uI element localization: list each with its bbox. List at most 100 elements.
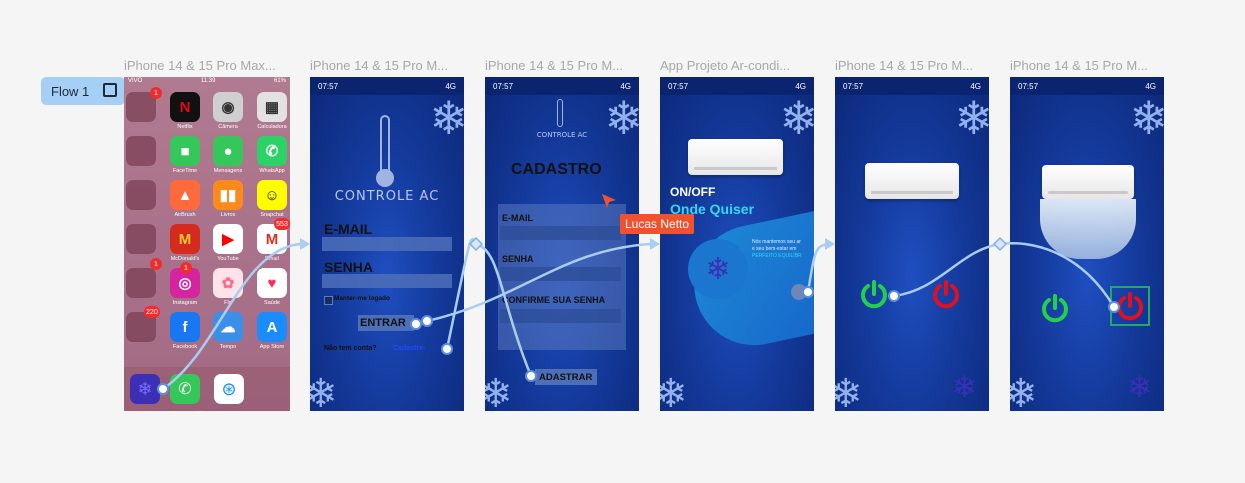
- frame-login[interactable]: 07:57 4G ❄ ❄ CONTROLE AC E-MAIL SENHA Man…: [310, 77, 464, 411]
- ios-app-label: Mensagens: [213, 168, 243, 174]
- ios-app-mensagens[interactable]: ●: [213, 136, 243, 166]
- landing-next-button[interactable]: [791, 284, 807, 300]
- frame-control-off[interactable]: 07:57 4G ❄ ❄ ❄: [835, 77, 989, 411]
- c-mera-icon: ◉: [221, 99, 235, 116]
- login-button-label: ENTRAR: [360, 317, 406, 329]
- ios-app-label: FaceTime: [172, 168, 198, 174]
- remember-label: Manter-me logado: [334, 295, 390, 302]
- thermometer-icon: [380, 115, 390, 175]
- no-account-text: Não tem conta?: [324, 345, 377, 352]
- signup-button-label: ADASTRAR: [539, 372, 593, 383]
- dock-ac-app[interactable]: ❄: [130, 374, 160, 404]
- signup-link[interactable]: Cadastre-: [393, 345, 425, 352]
- frame-landing[interactable]: 07:57 4G ❄ ❄ ON/OFF Onde Quiser ❄ Nós man…: [660, 77, 814, 411]
- ios-carrier: VIVO: [128, 78, 143, 84]
- password-label: SENHA: [324, 259, 374, 275]
- thermometer-icon: [557, 99, 563, 127]
- snowflake-icon: ❄: [137, 378, 153, 399]
- password-field[interactable]: [322, 274, 452, 288]
- landing-text-1: Nós mantemos seu ar: [752, 239, 801, 245]
- netflix-icon: N: [179, 98, 191, 116]
- ios-app-flo[interactable]: ✿: [213, 268, 243, 298]
- signup-email-field[interactable]: [500, 226, 621, 240]
- frame-title-1[interactable]: iPhone 14 & 15 Pro Max...: [124, 58, 289, 73]
- ios-app-app-store[interactable]: A: [257, 312, 287, 342]
- landing-text-2: e seu bem-estar em: [752, 246, 797, 252]
- ios-time: 11:39: [200, 78, 216, 84]
- power-off-button[interactable]: [931, 279, 961, 309]
- frame-title-4[interactable]: App Projeto Ar-condi...: [660, 58, 825, 73]
- mcdonald-s-icon: M: [178, 230, 192, 248]
- snowflake-decoration-icon: ❄: [1010, 372, 1038, 411]
- mensagens-icon: ●: [223, 142, 233, 160]
- flow-label: Flow 1: [51, 83, 90, 99]
- ios-app-mcdonald-s[interactable]: M: [170, 224, 200, 254]
- ios-app-label: Instagram: [172, 300, 198, 306]
- ios-app-label: Tempo: [219, 344, 237, 350]
- power-on-button[interactable]: [1040, 293, 1070, 323]
- signup-button[interactable]: ADASTRAR: [535, 369, 597, 385]
- ios-battery: 61%: [273, 78, 286, 84]
- frame-title-5[interactable]: iPhone 14 & 15 Pro M...: [835, 58, 1000, 73]
- signup-confirm-field[interactable]: [500, 309, 621, 323]
- ios-status-bar: VIVO 11:39 61%: [124, 77, 290, 87]
- tempo-icon: ☁: [220, 319, 236, 336]
- folder-3[interactable]: [126, 180, 156, 210]
- ios-app-label: Flo: [224, 300, 232, 306]
- ios-app-facetime[interactable]: ■: [170, 136, 200, 166]
- status-signal: 4G: [795, 81, 806, 91]
- flo-icon: ✿: [221, 275, 235, 292]
- youtube-icon: ▶: [222, 231, 234, 248]
- ios-app-netflix[interactable]: N: [170, 92, 200, 122]
- ios-app-c-mera[interactable]: ◉: [213, 92, 243, 122]
- login-button[interactable]: ENTRAR: [358, 315, 414, 331]
- snowflake-decoration-icon: ❄: [429, 92, 464, 144]
- ios-app-livros[interactable]: ▮▮: [213, 180, 243, 210]
- ios-app-sa-de[interactable]: ♥: [257, 268, 287, 298]
- frame-title-3[interactable]: iPhone 14 & 15 Pro M...: [485, 58, 650, 73]
- ios-app-label: Saúde: [264, 300, 280, 306]
- frame-ios-home[interactable]: VIVO 11:39 61% 1 1 220 N Netflix ◉ Câmera ▦ C…: [124, 77, 290, 411]
- folder-4[interactable]: [126, 224, 156, 254]
- status-time: 07:57: [318, 81, 339, 91]
- frame-control-on[interactable]: 07:57 4G ❄ ❄ ❄: [1010, 77, 1164, 411]
- frame-title-2[interactable]: iPhone 14 & 15 Pro M...: [310, 58, 475, 73]
- email-field[interactable]: [322, 237, 452, 251]
- ios-app-youtube[interactable]: ▶: [213, 224, 243, 254]
- signup-confirm-label: CONFIRME SUA SENHA: [502, 295, 606, 305]
- ios-app-label: Email: [265, 256, 279, 262]
- dock-phone-app[interactable]: ✆: [170, 374, 200, 404]
- ios-app-label: App Store: [259, 344, 285, 350]
- ios-app-label: AirBrush: [174, 212, 196, 218]
- ios-app-label: Facebook: [172, 344, 198, 350]
- folder-5[interactable]: [126, 268, 156, 298]
- brand-title: CONTROLE AC: [334, 189, 440, 204]
- landing-text-3: PERFEITO EQUILÍBR: [752, 253, 802, 259]
- remember-checkbox[interactable]: [324, 296, 333, 305]
- snowflake-decoration-icon: ❄: [660, 372, 688, 411]
- ios-app-calculadora[interactable]: ▦: [257, 92, 287, 122]
- flow-1-chip[interactable]: Flow 1: [41, 77, 125, 105]
- brand-title: CONTROLE AC: [536, 131, 588, 139]
- frame-title-6[interactable]: iPhone 14 & 15 Pro M...: [1010, 58, 1175, 73]
- email-badge: 553: [274, 218, 290, 230]
- app-store-icon: A: [266, 318, 278, 336]
- ios-app-tempo[interactable]: ☁: [213, 312, 243, 342]
- status-time: 07:57: [1018, 81, 1039, 91]
- frame-signup[interactable]: 07:57 4G ❄ ❄ CONTROLE AC CADASTRO E-MAIL …: [485, 77, 639, 411]
- ios-app-facebook[interactable]: f: [170, 312, 200, 342]
- status-time: 07:57: [843, 81, 864, 91]
- ios-app-snapchat[interactable]: ☺: [257, 180, 287, 210]
- power-on-button[interactable]: [859, 279, 889, 309]
- compass-icon: ⊛: [221, 378, 237, 399]
- flow-play-icon[interactable]: [103, 83, 117, 97]
- folder-2[interactable]: [126, 136, 156, 166]
- dock-safari-app[interactable]: ⊛: [214, 374, 244, 404]
- ios-app-airbrush[interactable]: ▲: [170, 180, 200, 210]
- snowflake-logo-icon: ❄: [1126, 371, 1152, 404]
- signup-password-field[interactable]: [500, 267, 621, 281]
- signup-title: CADASTRO: [511, 161, 602, 178]
- power-off-button[interactable]: [1115, 291, 1145, 321]
- calculadora-icon: ▦: [264, 99, 280, 116]
- ios-app-whatsapp[interactable]: ✆: [257, 136, 287, 166]
